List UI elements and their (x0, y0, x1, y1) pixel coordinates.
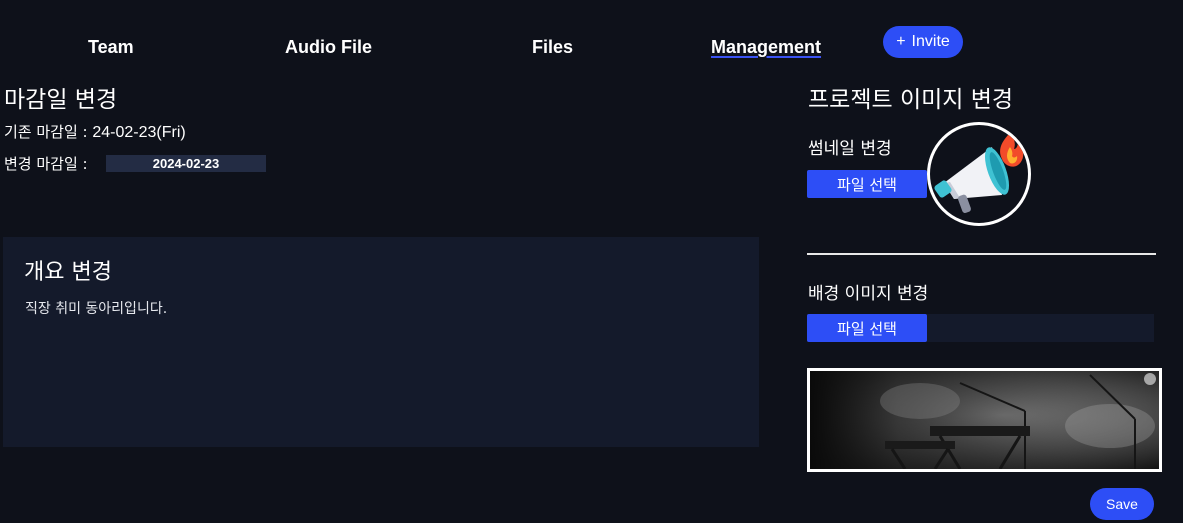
invite-label: Invite (911, 33, 950, 50)
megaphone-fire-icon (934, 133, 1024, 213)
nav-files[interactable]: Files (532, 37, 573, 58)
background-file-button[interactable]: 파일 선택 (807, 314, 927, 342)
current-deadline-value: 24-02-23(Fri) (92, 124, 186, 141)
thumbnail-label: 썸네일 변경 (808, 139, 892, 159)
section-divider (807, 253, 1156, 255)
current-deadline: 기존 마감일 : 24-02-23(Fri) (4, 121, 186, 142)
new-deadline-label: 변경 마감일 : (4, 155, 88, 173)
overview-textarea[interactable]: 직장 취미 동아리입니다. (25, 298, 167, 318)
project-image-title: 프로젝트 이미지 변경 (808, 87, 1014, 113)
new-deadline-input[interactable]: 2024-02-23 (106, 155, 266, 172)
thumbnail-preview (927, 122, 1031, 226)
nav-audio-file[interactable]: Audio File (285, 37, 372, 58)
stage-image (810, 371, 1159, 469)
background-label: 배경 이미지 변경 (808, 284, 929, 304)
nav-management[interactable]: Management (711, 37, 821, 58)
invite-button[interactable]: + Invite (883, 26, 963, 58)
current-deadline-label: 기존 마감일 : (4, 123, 93, 141)
overview-panel: 개요 변경 직장 취미 동아리입니다. (3, 237, 759, 447)
nav-team[interactable]: Team (88, 37, 134, 58)
background-preview (807, 368, 1162, 472)
plus-icon: + (896, 33, 906, 50)
overview-title: 개요 변경 (24, 260, 112, 285)
deadline-title: 마감일 변경 (4, 87, 118, 113)
save-button[interactable]: Save (1090, 488, 1154, 520)
thumbnail-file-button[interactable]: 파일 선택 (807, 170, 927, 198)
